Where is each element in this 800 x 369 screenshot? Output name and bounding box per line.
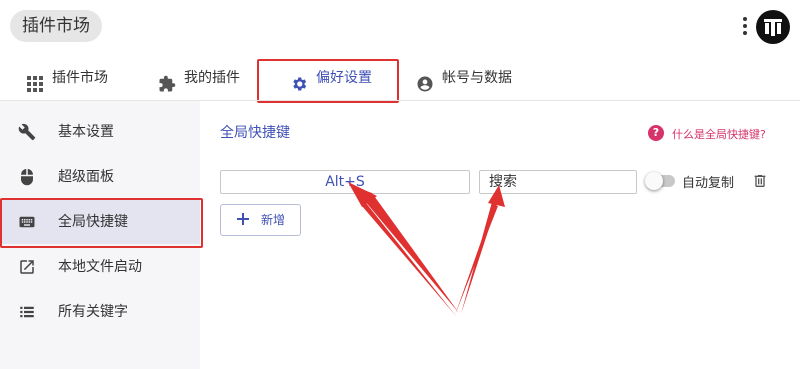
annotation-arrow-keyword <box>455 185 505 315</box>
sidebar-item-label: 全局快捷键 <box>58 214 128 230</box>
sidebar-item-global-shortcuts[interactable]: 全局快捷键 <box>0 200 200 244</box>
sidebar-item-all-keywords[interactable]: 所有关键字 <box>0 290 200 334</box>
add-shortcut-button[interactable]: 新增 <box>220 204 301 236</box>
apps-grid-icon <box>26 69 44 92</box>
sidebar-item-label: 基本设置 <box>58 124 114 140</box>
list-icon <box>18 303 36 321</box>
help-link-text: 什么是全局快捷键? <box>672 128 766 141</box>
open-external-icon <box>18 258 36 276</box>
app-title: 插件市场 <box>10 10 102 42</box>
keyword-value: 搜索 <box>489 174 517 190</box>
more-vert-icon[interactable] <box>740 14 750 40</box>
hotkey-input[interactable]: Alt+S <box>220 170 470 194</box>
tab-label: 我的插件 <box>184 70 240 86</box>
add-button-label: 新增 <box>261 213 286 227</box>
tab-label: 插件市场 <box>52 70 108 86</box>
sidebar-item-label: 超级面板 <box>58 169 114 185</box>
sidebar-item-basic-settings[interactable]: 基本设置 <box>0 110 200 154</box>
tab-label: 偏好设置 <box>316 70 372 86</box>
tab-bar: 插件市场 我的插件 偏好设置 帐号与数据 <box>0 58 800 98</box>
keyboard-icon <box>18 213 36 231</box>
gear-icon <box>290 69 308 91</box>
trash-icon[interactable] <box>752 172 768 190</box>
sidebar-item-super-panel[interactable]: 超级面板 <box>0 155 200 199</box>
annotation-arrow-hotkey <box>348 182 459 316</box>
keyword-input[interactable]: 搜索 <box>479 170 637 194</box>
toggle-knob <box>645 172 663 190</box>
plus-icon <box>235 211 251 227</box>
tab-label: 帐号与数据 <box>442 70 512 86</box>
puzzle-icon <box>158 69 176 92</box>
wrench-icon <box>18 123 36 141</box>
app-logo-icon[interactable] <box>756 10 790 44</box>
mouse-icon <box>18 168 36 186</box>
sidebar-item-label: 所有关键字 <box>58 304 128 320</box>
auto-copy-label: 自动复制 <box>682 176 735 191</box>
account-circle-icon <box>416 69 434 92</box>
help-question-icon: ? <box>648 125 664 141</box>
sidebar-item-local-file-launch[interactable]: 本地文件启动 <box>0 245 200 289</box>
section-title: 全局快捷键 <box>220 125 290 141</box>
sidebar: 基本设置 超级面板 全局快捷键 本地文件启动 所有关键字 <box>0 101 200 369</box>
sidebar-item-label: 本地文件启动 <box>58 259 142 275</box>
auto-copy-toggle[interactable] <box>645 172 675 190</box>
